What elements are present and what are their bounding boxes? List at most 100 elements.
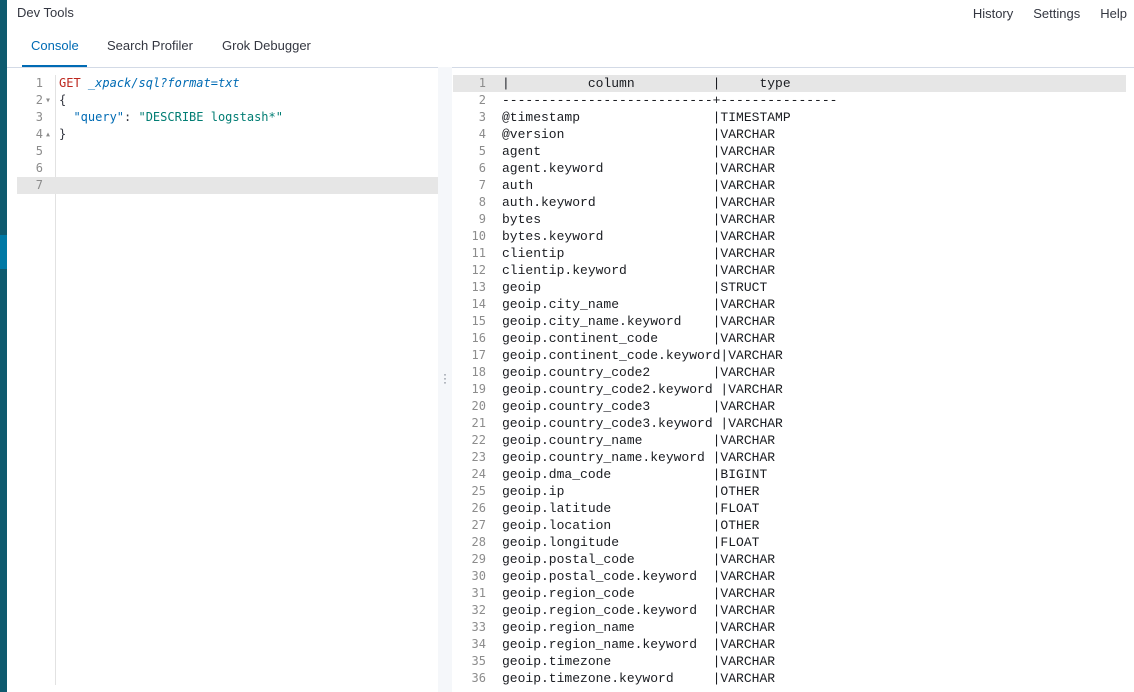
line-number: 6 xyxy=(35,161,43,175)
line-number: 31 xyxy=(471,586,486,600)
output-line: 19 geoip.country_code2.keyword |VARCHAR xyxy=(453,381,1126,398)
left-nav-rail xyxy=(0,0,7,692)
output-text: geoip.city_name |VARCHAR xyxy=(502,297,776,312)
line-number: 3 xyxy=(35,110,43,124)
output-line: 2 ---------------------------+-----------… xyxy=(453,92,1126,109)
output-line: 21 geoip.country_code3.keyword |VARCHAR xyxy=(453,415,1126,432)
editor-line[interactable]: 4 ▴} xyxy=(17,126,438,143)
output-line: 34 geoip.region_name.keyword |VARCHAR xyxy=(453,636,1126,653)
line-number: 30 xyxy=(471,569,486,583)
line-number: 10 xyxy=(471,229,486,243)
code-text: "query": "DESCRIBE logstash*" xyxy=(59,109,283,126)
line-number: 20 xyxy=(471,399,486,413)
output-text: @timestamp |TIMESTAMP xyxy=(502,110,791,125)
output-line: 15 geoip.city_name.keyword |VARCHAR xyxy=(453,313,1126,330)
response-output[interactable]: 1 | column | type 2 -----------------------… xyxy=(453,75,1134,692)
line-number: 1 xyxy=(35,76,43,90)
line-number: 28 xyxy=(471,535,486,549)
output-line: 31 geoip.region_code |VARCHAR xyxy=(453,585,1126,602)
line-number: 34 xyxy=(471,637,486,651)
line-number: 9 xyxy=(478,212,486,226)
line-number: 16 xyxy=(471,331,486,345)
output-text: geoip.timezone |VARCHAR xyxy=(502,654,776,669)
output-text: agent |VARCHAR xyxy=(502,144,776,159)
tab-search-profiler[interactable]: Search Profiler xyxy=(107,38,193,53)
output-line: 4 @version |VARCHAR xyxy=(453,126,1126,143)
output-line: 11 clientip |VARCHAR xyxy=(453,245,1126,262)
output-text: bytes.keyword |VARCHAR xyxy=(502,229,776,244)
output-line: 22 geoip.country_name |VARCHAR xyxy=(453,432,1126,449)
line-number: 8 xyxy=(478,195,486,209)
line-number: 13 xyxy=(471,280,486,294)
request-editor[interactable]: 1 GET _xpack/sql?format=txt 2 ▾ {3 "query": … xyxy=(17,75,438,692)
editor-line[interactable]: 1 GET _xpack/sql?format=txt xyxy=(17,75,438,92)
code-content: { xyxy=(59,93,67,107)
output-text: geoip.dma_code |BIGINT xyxy=(502,467,768,482)
resize-handle-icon: · · · xyxy=(443,367,447,389)
output-line: 10 bytes.keyword |VARCHAR xyxy=(453,228,1126,245)
line-number: 7 xyxy=(35,178,43,192)
output-text: geoip.country_code2.keyword |VARCHAR xyxy=(502,382,783,397)
editor-line[interactable]: 7 xyxy=(17,177,438,194)
fold-toggle-icon[interactable]: ▴ xyxy=(45,126,53,143)
editor-line[interactable]: 6 xyxy=(17,160,438,177)
json-key: "query" xyxy=(73,110,125,124)
top-bar: Dev Tools History Settings Help xyxy=(7,0,1134,26)
line-number: 5 xyxy=(35,144,43,158)
output-line: 17 geoip.continent_code.keyword|VARCHAR xyxy=(453,347,1126,364)
editor-line[interactable]: 2 ▾ { xyxy=(17,92,438,109)
output-line: 33 geoip.region_name |VARCHAR xyxy=(453,619,1126,636)
output-text: geoip.country_name.keyword |VARCHAR xyxy=(502,450,776,465)
output-text: geoip.ip |OTHER xyxy=(502,484,760,499)
line-number: 27 xyxy=(471,518,486,532)
http-method: GET xyxy=(59,76,81,90)
line-number: 19 xyxy=(471,382,486,396)
output-line: 25 geoip.ip |OTHER xyxy=(453,483,1126,500)
output-text: geoip.country_code3.keyword |VARCHAR xyxy=(502,416,783,431)
history-link[interactable]: History xyxy=(973,6,1013,21)
output-line: 30 geoip.postal_code.keyword |VARCHAR xyxy=(453,568,1126,585)
panel-resizer[interactable]: · · · xyxy=(438,67,452,692)
output-line: 13 geoip |STRUCT xyxy=(453,279,1126,296)
output-text: geoip.city_name.keyword |VARCHAR xyxy=(502,314,776,329)
fold-toggle-icon[interactable]: ▾ xyxy=(45,92,53,109)
json-value: "DESCRIBE logstash*" xyxy=(138,110,283,124)
help-link[interactable]: Help xyxy=(1100,6,1127,21)
settings-link[interactable]: Settings xyxy=(1033,6,1080,21)
line-number: 1 xyxy=(478,76,486,90)
line-number: 24 xyxy=(471,467,486,481)
output-text: geoip.country_name |VARCHAR xyxy=(502,433,776,448)
editor-line[interactable]: 5 xyxy=(17,143,438,160)
line-number: 15 xyxy=(471,314,486,328)
line-number: 21 xyxy=(471,416,486,430)
header-menu: History Settings Help xyxy=(973,6,1134,21)
output-line: 7 auth |VARCHAR xyxy=(453,177,1126,194)
output-line: 1 | column | type xyxy=(453,75,1126,92)
line-number: 18 xyxy=(471,365,486,379)
output-text: @version |VARCHAR xyxy=(502,127,776,142)
output-text: geoip |STRUCT xyxy=(502,280,768,295)
line-number: 22 xyxy=(471,433,486,447)
output-line: 3 @timestamp |TIMESTAMP xyxy=(453,109,1126,126)
line-number: 2 xyxy=(478,93,486,107)
output-text: geoip.postal_code |VARCHAR xyxy=(502,552,776,567)
line-number: 2 xyxy=(35,93,43,107)
output-line: 5 agent |VARCHAR xyxy=(453,143,1126,160)
output-line: 36 geoip.timezone.keyword |VARCHAR xyxy=(453,670,1126,687)
output-text: geoip.longitude |FLOAT xyxy=(502,535,760,550)
code-content: } xyxy=(59,127,67,141)
editor-line[interactable]: 3 "query": "DESCRIBE logstash*" xyxy=(17,109,438,126)
line-number: 11 xyxy=(471,246,486,260)
output-line: 32 geoip.region_code.keyword |VARCHAR xyxy=(453,602,1126,619)
output-text: clientip.keyword |VARCHAR xyxy=(502,263,776,278)
output-line: 24 geoip.dma_code |BIGINT xyxy=(453,466,1126,483)
line-number: 4 xyxy=(35,127,43,141)
line-number: 12 xyxy=(471,263,486,277)
output-line: 16 geoip.continent_code |VARCHAR xyxy=(453,330,1126,347)
line-number: 5 xyxy=(478,144,486,158)
output-line: 26 geoip.latitude |FLOAT xyxy=(453,500,1126,517)
line-number: 33 xyxy=(471,620,486,634)
tab-grok-debugger[interactable]: Grok Debugger xyxy=(222,38,311,53)
output-text: geoip.postal_code.keyword |VARCHAR xyxy=(502,569,776,584)
tab-console[interactable]: Console xyxy=(31,38,79,53)
